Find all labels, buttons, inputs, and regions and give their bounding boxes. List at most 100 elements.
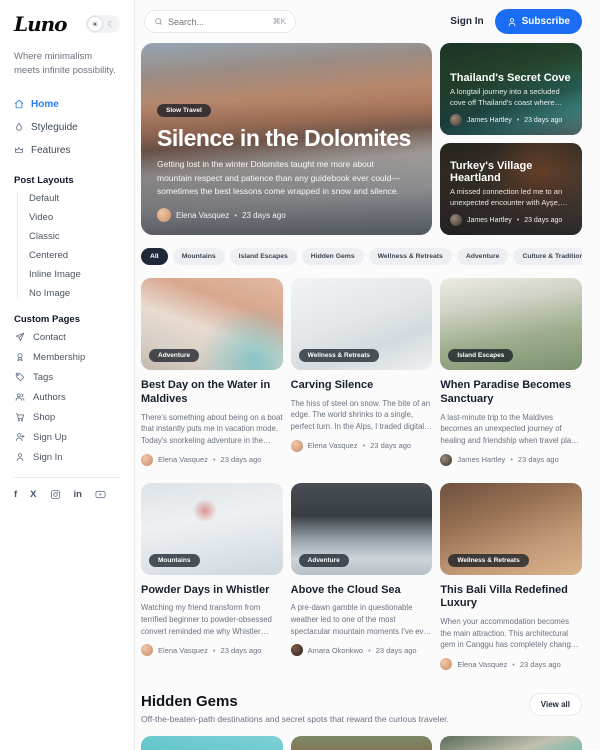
gem-card-sandbar[interactable]: Hidden Gems <box>141 736 283 750</box>
x-icon[interactable]: X <box>30 489 36 500</box>
sidebar-item-contact[interactable]: Contact <box>15 332 120 343</box>
post-date: 23 days ago <box>518 455 559 464</box>
filter-hidden-gems[interactable]: Hidden Gems <box>302 248 364 265</box>
sidebar-item-shop[interactable]: Shop <box>15 412 120 423</box>
featured-side-column: Thailand's Secret Cove A longtail journe… <box>440 43 582 235</box>
side-card-content: Turkey's Village Heartland A missed conn… <box>440 151 582 235</box>
sidebar-item-classic[interactable]: Classic <box>29 231 120 242</box>
search-bar[interactable]: ⌘K <box>144 10 296 33</box>
sidebar-item-authors[interactable]: Authors <box>15 392 120 403</box>
subscribe-label: Subscribe <box>522 16 570 27</box>
article-image: Adventure <box>291 483 433 575</box>
avatar <box>450 214 462 226</box>
sidebar-item-default[interactable]: Default <box>29 193 120 204</box>
item-label: Tags <box>33 372 53 383</box>
article-tag-pill[interactable]: Adventure <box>299 554 349 567</box>
youtube-icon[interactable] <box>95 489 106 500</box>
gem-card-cove[interactable]: Hidden Gems <box>440 736 582 750</box>
logo[interactable]: Luno <box>14 12 66 36</box>
post-date: 23 days ago <box>221 646 262 655</box>
nav-item-features[interactable]: Features <box>14 141 120 160</box>
search-shortcut: ⌘K <box>273 17 286 26</box>
article-excerpt: A last-minute trip to the Maldives becom… <box>440 412 582 447</box>
side-card-thailand[interactable]: Thailand's Secret Cove A longtail journe… <box>440 43 582 135</box>
sun-icon[interactable]: ☀ <box>88 17 102 31</box>
article-card-maldives[interactable]: Adventure Best Day on the Water in Maldi… <box>141 278 283 466</box>
search-input[interactable] <box>168 17 268 27</box>
hero-title: Silence in the Dolomites <box>157 125 416 152</box>
sidebar-item-sign-up[interactable]: Sign Up <box>15 432 120 443</box>
article-tag-pill[interactable]: Wellness & Retreats <box>448 554 528 567</box>
side-card-turkey[interactable]: Turkey's Village Heartland A missed conn… <box>440 143 582 235</box>
paper-plane-icon <box>15 332 25 342</box>
article-card-cloud-sea[interactable]: Adventure Above the Cloud Sea A pre-dawn… <box>291 483 433 671</box>
author-name[interactable]: James Hartley <box>457 455 505 464</box>
facebook-icon[interactable]: f <box>14 489 17 500</box>
social-links: f X in <box>14 489 120 500</box>
article-card-paradise-sanctuary[interactable]: Island Escapes When Paradise Becomes San… <box>440 278 582 466</box>
avatar <box>450 114 462 126</box>
subscribe-button[interactable]: Subscribe <box>495 9 582 34</box>
meta-separator: • <box>517 217 519 224</box>
instagram-icon[interactable] <box>50 489 61 500</box>
author-name[interactable]: Elena Vasquez <box>457 660 507 669</box>
author-name[interactable]: James Hartley <box>467 117 512 124</box>
sidebar-item-sign-in[interactable]: Sign In <box>15 452 120 463</box>
avatar <box>440 454 452 466</box>
author-name[interactable]: Elena Vasquez <box>158 646 208 655</box>
article-card-bali-villa[interactable]: Wellness & Retreats This Bali Villa Rede… <box>440 483 582 671</box>
meta-separator: • <box>213 646 216 655</box>
nav-item-home[interactable]: Home <box>14 95 120 114</box>
post-date: 23 days ago <box>524 117 562 124</box>
hero-tag-pill[interactable]: Slow Travel <box>157 104 211 117</box>
article-tag-pill[interactable]: Adventure <box>149 349 199 362</box>
author-meta: Elena Vasquez • 23 days ago <box>141 644 283 656</box>
view-all-button[interactable]: View all <box>529 693 582 716</box>
filter-island-escapes[interactable]: Island Escapes <box>230 248 297 265</box>
moon-icon[interactable]: ☾ <box>104 17 118 31</box>
author-meta: Elena Vasquez • 23 days ago <box>291 440 433 452</box>
article-tag-pill[interactable]: Wellness & Retreats <box>299 349 379 362</box>
custom-pages-list: Contact Membership Tags Authors Shop Sig… <box>15 332 120 463</box>
item-label: Contact <box>33 332 66 343</box>
gem-card-temple[interactable]: Culture & Traditions <box>291 736 433 750</box>
filter-culture-traditions[interactable]: Culture & Traditions <box>513 248 582 265</box>
sidebar-item-centered[interactable]: Centered <box>29 250 120 261</box>
sidebar-item-video[interactable]: Video <box>29 212 120 223</box>
sidebar-item-inline-image[interactable]: Inline Image <box>29 269 120 280</box>
user-icon <box>507 17 517 27</box>
article-card-carving-silence[interactable]: Wellness & Retreats Carving Silence The … <box>291 278 433 466</box>
filter-adventure[interactable]: Adventure <box>457 248 509 265</box>
main-nav: Home Styleguide Features <box>14 95 120 160</box>
meta-separator: • <box>512 660 515 669</box>
sidebar-item-no-image[interactable]: No Image <box>29 288 120 299</box>
author-name[interactable]: Elena Vasquez <box>158 455 208 464</box>
item-label: Sign In <box>33 452 63 463</box>
author-name[interactable]: Elena Vasquez <box>176 211 229 220</box>
nav-label: Home <box>31 99 59 110</box>
filter-wellness-retreats[interactable]: Wellness & Retreats <box>369 248 452 265</box>
article-card-whistler[interactable]: Mountains Powder Days in Whistler Watchi… <box>141 483 283 671</box>
article-title: Powder Days in Whistler <box>141 584 283 598</box>
filter-all[interactable]: All <box>141 248 168 265</box>
article-tag-pill[interactable]: Mountains <box>149 554 200 567</box>
avatar <box>157 208 171 222</box>
tagline: Where minimalism meets infinite possibil… <box>14 50 120 79</box>
sign-in-link[interactable]: Sign In <box>450 16 483 27</box>
author-name[interactable]: Amara Okonkwo <box>308 646 363 655</box>
hidden-gems-header: Hidden Gems Off-the-beaten-path destinat… <box>141 693 582 724</box>
nav-item-styleguide[interactable]: Styleguide <box>14 118 120 137</box>
avatar <box>291 440 303 452</box>
filter-mountains[interactable]: Mountains <box>173 248 225 265</box>
sidebar-item-membership[interactable]: Membership <box>15 352 120 363</box>
hero-excerpt: Getting lost in the winter Dolomites tau… <box>157 158 406 198</box>
post-layouts-list: Default Video Classic Centered Inline Im… <box>17 193 120 299</box>
theme-toggle[interactable]: ☀ ☾ <box>86 15 120 33</box>
author-name[interactable]: Elena Vasquez <box>308 441 358 450</box>
sidebar-item-tags[interactable]: Tags <box>15 372 120 383</box>
meta-separator: • <box>213 455 216 464</box>
hero-article[interactable]: Slow Travel Silence in the Dolomites Get… <box>141 43 432 235</box>
article-tag-pill[interactable]: Island Escapes <box>448 349 513 362</box>
author-name[interactable]: James Hartley <box>467 217 512 224</box>
linkedin-icon[interactable]: in <box>74 489 82 500</box>
